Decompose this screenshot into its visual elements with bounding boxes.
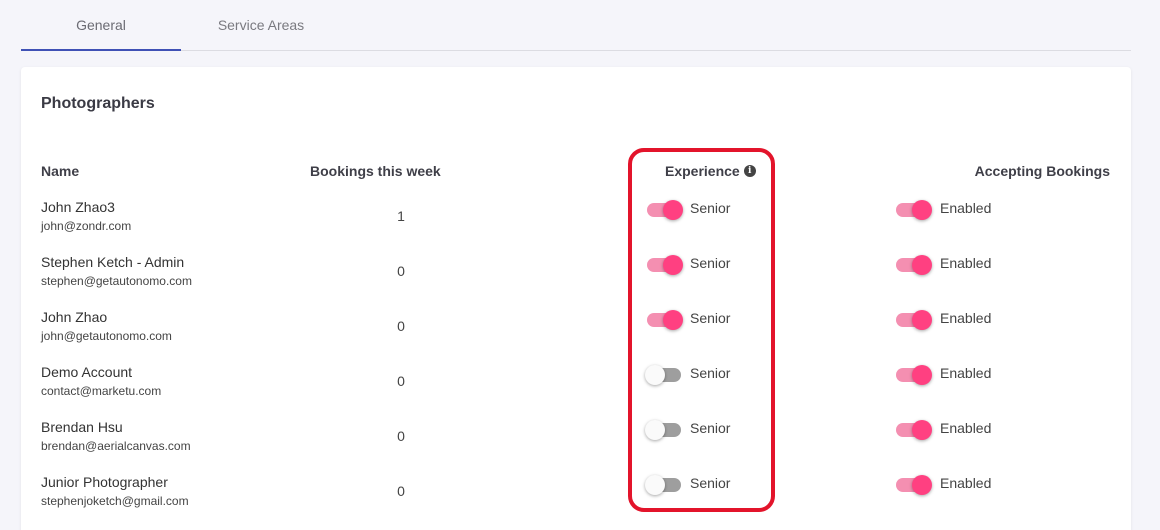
photographer-email: john@getautonomo.com xyxy=(41,329,172,343)
photographer-name: Brendan Hsu xyxy=(41,419,123,435)
accepting-bookings-toggle[interactable] xyxy=(896,309,932,331)
accepting-bookings-label: Enabled xyxy=(940,365,992,381)
toggle-knob xyxy=(912,200,932,220)
bookings-count: 0 xyxy=(397,483,405,499)
experience-label: Senior xyxy=(690,200,731,216)
experience-label: Senior xyxy=(690,365,731,381)
toggle-knob xyxy=(912,255,932,275)
toggle-knob xyxy=(645,475,665,495)
table-row: Junior Photographer stephenjoketch@gmail… xyxy=(21,473,1131,528)
accepting-bookings-label: Enabled xyxy=(940,255,992,271)
photographer-name: John Zhao xyxy=(41,309,108,325)
accepting-bookings-toggle[interactable] xyxy=(896,474,932,496)
accepting-bookings-toggle[interactable] xyxy=(896,199,932,221)
bookings-count: 0 xyxy=(397,373,405,389)
accepting-bookings-toggle[interactable] xyxy=(896,364,932,386)
column-header-experience-label: Experience xyxy=(665,163,740,179)
photographer-email: stephen@getautonomo.com xyxy=(41,274,192,288)
column-header-bookings: Bookings this week xyxy=(310,163,441,179)
toggle-knob xyxy=(912,475,932,495)
accepting-bookings-label: Enabled xyxy=(940,200,992,216)
accepting-bookings-toggle[interactable] xyxy=(896,254,932,276)
toggle-knob xyxy=(663,255,683,275)
toggle-knob xyxy=(912,365,932,385)
experience-label: Senior xyxy=(690,310,731,326)
experience-toggle[interactable] xyxy=(645,419,683,441)
accepting-bookings-label: Enabled xyxy=(940,420,992,436)
table-row: John Zhao3 john@zondr.com 1 Senior Enabl… xyxy=(21,198,1131,253)
toggle-knob xyxy=(663,310,683,330)
experience-toggle[interactable] xyxy=(647,254,683,276)
toggle-knob xyxy=(912,310,932,330)
experience-toggle[interactable] xyxy=(645,364,683,386)
table-row: Stephen Ketch - Admin stephen@getautonom… xyxy=(21,253,1131,308)
experience-label: Senior xyxy=(690,475,731,491)
photographer-name: John Zhao3 xyxy=(41,199,115,215)
experience-toggle[interactable] xyxy=(647,199,683,221)
tab-general[interactable]: General xyxy=(21,0,181,51)
table-row: John Zhao john@getautonomo.com 0 Senior … xyxy=(21,308,1131,363)
column-header-experience: Experience i xyxy=(665,163,756,179)
accepting-bookings-label: Enabled xyxy=(940,475,992,491)
bookings-count: 0 xyxy=(397,263,405,279)
photographer-email: stephenjoketch@gmail.com xyxy=(41,494,189,508)
tab-service-areas[interactable]: Service Areas xyxy=(181,0,341,50)
photographer-cell: Demo Account contact@marketu.com xyxy=(41,363,161,398)
bookings-count: 0 xyxy=(397,428,405,444)
tab-bar: General Service Areas xyxy=(21,0,1131,51)
photographer-cell: Junior Photographer stephenjoketch@gmail… xyxy=(41,473,189,508)
experience-label: Senior xyxy=(690,255,731,271)
toggle-knob xyxy=(645,365,665,385)
accepting-bookings-label: Enabled xyxy=(940,310,992,326)
photographer-email: john@zondr.com xyxy=(41,219,132,233)
photographer-email: contact@marketu.com xyxy=(41,384,162,398)
bookings-count: 0 xyxy=(397,318,405,334)
bookings-count: 1 xyxy=(397,208,405,224)
toggle-knob xyxy=(663,200,683,220)
photographer-cell: Brendan Hsu brendan@aerialcanvas.com xyxy=(41,418,191,453)
card-title: Photographers xyxy=(41,95,155,112)
info-icon[interactable]: i xyxy=(743,165,756,177)
photographers-card: Photographers Name Bookings this week Ex… xyxy=(21,67,1131,530)
column-header-accepting: Accepting Bookings xyxy=(974,163,1110,179)
photographer-email: brendan@aerialcanvas.com xyxy=(41,439,191,453)
photographer-cell: Stephen Ketch - Admin stephen@getautonom… xyxy=(41,253,192,288)
toggle-knob xyxy=(912,420,932,440)
table-row: Demo Account contact@marketu.com 0 Senio… xyxy=(21,363,1131,418)
experience-toggle[interactable] xyxy=(647,309,683,331)
photographer-cell: John Zhao3 john@zondr.com xyxy=(41,198,131,233)
experience-label: Senior xyxy=(690,420,731,436)
photographer-cell: John Zhao john@getautonomo.com xyxy=(41,308,172,343)
photographer-name: Junior Photographer xyxy=(41,474,168,490)
column-header-name: Name xyxy=(41,163,80,179)
toggle-knob xyxy=(645,420,665,440)
table-row: Brendan Hsu brendan@aerialcanvas.com 0 S… xyxy=(21,418,1131,473)
accepting-bookings-toggle[interactable] xyxy=(896,419,932,441)
photographer-name: Demo Account xyxy=(41,364,133,380)
experience-toggle[interactable] xyxy=(645,474,683,496)
photographer-name: Stephen Ketch - Admin xyxy=(41,254,185,270)
